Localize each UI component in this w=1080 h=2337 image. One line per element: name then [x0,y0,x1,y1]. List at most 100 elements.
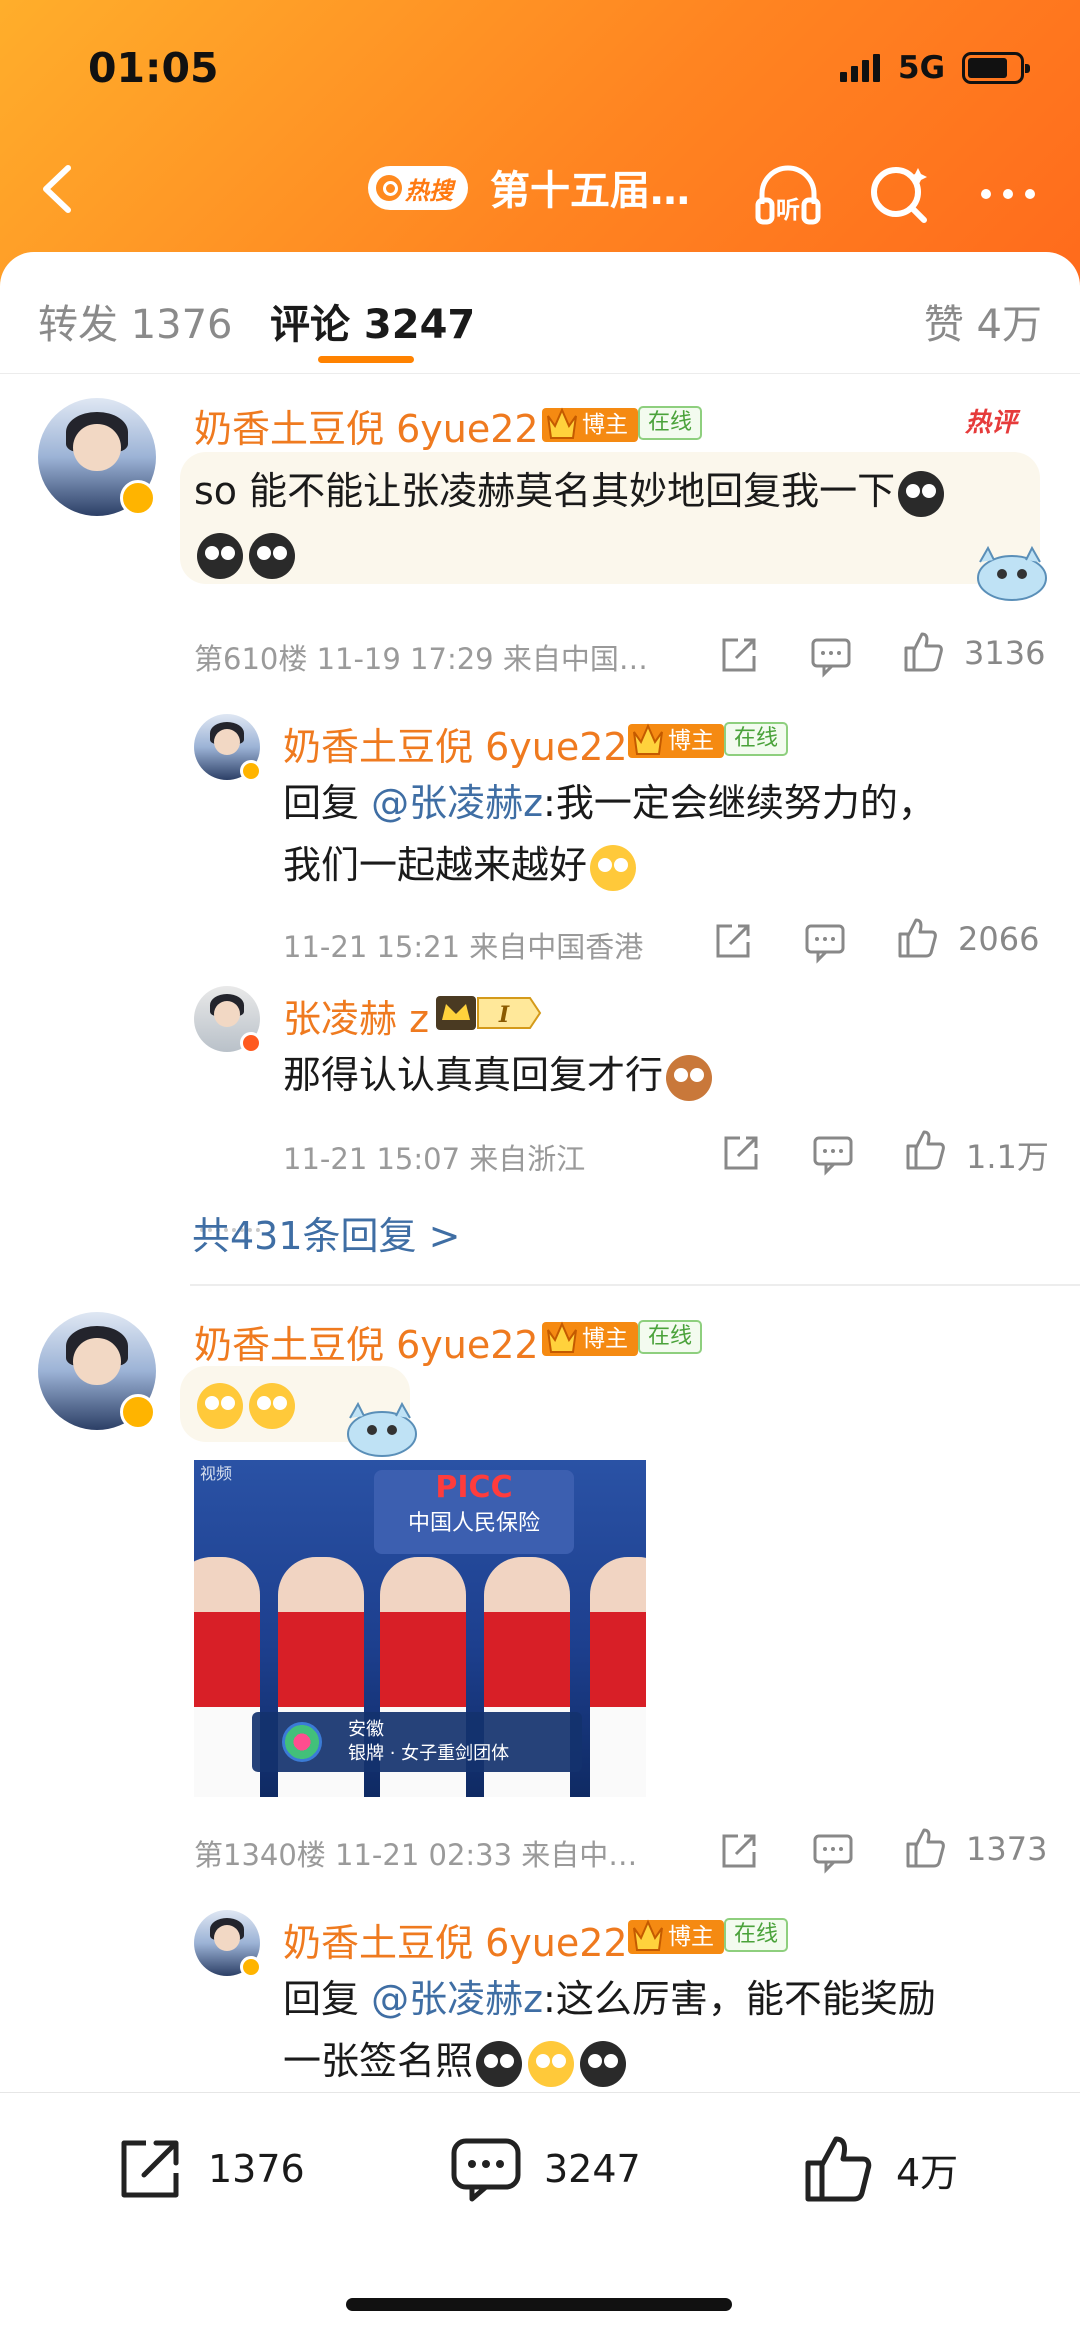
crown-icon [633,723,663,755]
reply-username[interactable]: 张凌赫 z [283,988,429,1043]
online-badge: 在线 [724,1918,789,1952]
clock: 01:05 [88,44,219,92]
search-icon[interactable] [864,158,936,230]
comment-image[interactable]: 视频 PICC 中国人民保险 安徽 银牌 · 女子重剑团体 [194,1460,646,1797]
online-badge: 在线 [638,406,703,440]
image-watermark: 视频 [200,1464,233,1483]
mascot-sticker-icon [347,1401,417,1457]
like-button[interactable]: 4万 [800,2131,958,2207]
crying-emoji-icon [528,2040,575,2087]
comment-username[interactable]: 奶香土豆倪 6yue22 [194,398,539,453]
mascot-sticker-icon [977,545,1047,601]
reply-meta: 11-21 15:21 来自中国香港 [283,930,644,964]
comment-meta: 第1340楼 11-21 02:33 来自中… [194,1838,638,1872]
blogger-badge: 博主 [628,1919,724,1954]
like-thumb-icon[interactable] [902,1824,948,1870]
capybara-emoji-icon [666,1054,713,1101]
reply-text: 回复 @张凌赫z:我一定会继续努力的， [283,781,936,825]
online-badge: 在线 [724,722,789,756]
more-replies-link[interactable]: 共431条回复 > [192,1205,460,1260]
share-icon[interactable] [710,918,756,964]
crown-icon [547,407,577,439]
reply-username[interactable]: 奶香土豆倪 6yue22 [283,1912,628,1967]
hot-comment-tag: 热评 [965,408,1018,438]
verified-badge-icon [120,1394,156,1430]
search-icon [376,175,402,201]
comment-username[interactable]: 奶香土豆倪 6yue22 [194,1314,539,1369]
repost-icon [121,2140,179,2198]
reply-comment-icon[interactable] [808,632,854,678]
back-arrow-icon[interactable] [30,160,88,218]
share-icon[interactable] [718,1130,764,1176]
comment-emojis [194,1372,298,1434]
tab-active-indicator [318,356,414,363]
like-count: 1373 [966,1830,1048,1868]
laughing-crying-emoji-icon [249,1382,295,1429]
crying-emoji-icon [476,2040,523,2087]
comment-button[interactable]: 3247 [448,2131,641,2207]
reply-comment-icon[interactable] [810,1828,856,1874]
like-count-total: 4万 [896,2150,959,2195]
blogger-badge: 博主 [542,1321,638,1356]
crying-emoji-icon [590,844,637,891]
laughing-crying-emoji-icon [197,1382,243,1429]
crying-emoji-icon [580,2040,627,2087]
comment-meta: 第610楼 11-19 17:29 来自中国… [194,642,648,676]
svg-text:听: 听 [776,196,800,224]
crying-emoji-icon [197,532,243,579]
like-thumb-icon[interactable] [894,914,940,960]
network-type: 5G [898,50,946,86]
repost-count: 1376 [208,2147,305,2191]
repost-button[interactable]: 1376 [112,2131,305,2207]
page-title[interactable]: 第十五届… [490,158,690,216]
like-count: 2066 [958,920,1040,958]
like-count: 1.1万 [966,1138,1049,1176]
verified-badge-icon [240,1032,262,1054]
signal-icon [840,54,880,82]
hot-search-label: 热搜 [405,176,453,205]
reply-text: 回复 @张凌赫z:这么厉害，能不能奖励 [283,1977,936,2021]
like-thumb-icon[interactable] [902,1126,948,1172]
tab-comments[interactable]: 评论 3247 [270,292,475,350]
svg-text:I: I [498,1002,510,1028]
reply-meta: 11-21 15:07 来自浙江 [283,1142,586,1176]
comment-emojis [194,522,298,584]
like-count: 3136 [964,634,1046,672]
status-bar: 01:05 5G [0,40,1080,100]
mention-link[interactable]: @张凌赫z [371,1977,543,2021]
reply-comment-icon[interactable] [802,918,848,964]
online-badge: 在线 [638,1320,703,1354]
comment-text: so 能不能让张凌赫莫名其妙地回复我一下 [194,460,947,522]
share-icon[interactable] [716,1828,762,1874]
mention-link[interactable]: @张凌赫z [371,781,543,825]
comment-count: 3247 [544,2147,641,2191]
battery-icon [962,52,1030,84]
listen-headphones-icon[interactable]: 听 [752,158,824,230]
member-level-badge-icon: I [436,996,542,1030]
blogger-badge: 博主 [542,407,638,442]
comment-icon [451,2138,521,2202]
tab-bar: 转发 1376 评论 3247 赞 4万 [0,252,1080,374]
reply-text: 我们一起越来越好 [283,834,639,896]
share-icon[interactable] [716,632,762,678]
home-indicator[interactable] [346,2298,732,2311]
reply-comment-icon[interactable] [810,1130,856,1176]
sponsor-board: PICC 中国人民保险 [374,1470,574,1554]
reply-text: 那得认认真真回复才行 [283,1044,715,1106]
crown-icon [547,1321,577,1353]
tab-likes[interactable]: 赞 4万 [924,292,1042,350]
crying-emoji-icon [898,470,945,517]
like-thumb-icon[interactable] [900,628,946,674]
crown-icon [633,1919,663,1951]
verified-badge-icon [240,760,262,782]
tab-repost[interactable]: 转发 1376 [38,292,233,350]
blogger-badge: 博主 [628,723,724,758]
reply-username[interactable]: 奶香土豆倪 6yue22 [283,716,628,771]
verified-badge-icon [240,1956,262,1978]
hot-search-badge: 热搜 [368,166,468,210]
more-options-icon[interactable] [972,158,1044,230]
reply-text: 一张签名照 [283,2030,629,2092]
games-logo-icon [282,1722,322,1762]
verified-badge-icon [120,480,156,516]
crying-emoji-icon [249,532,295,579]
